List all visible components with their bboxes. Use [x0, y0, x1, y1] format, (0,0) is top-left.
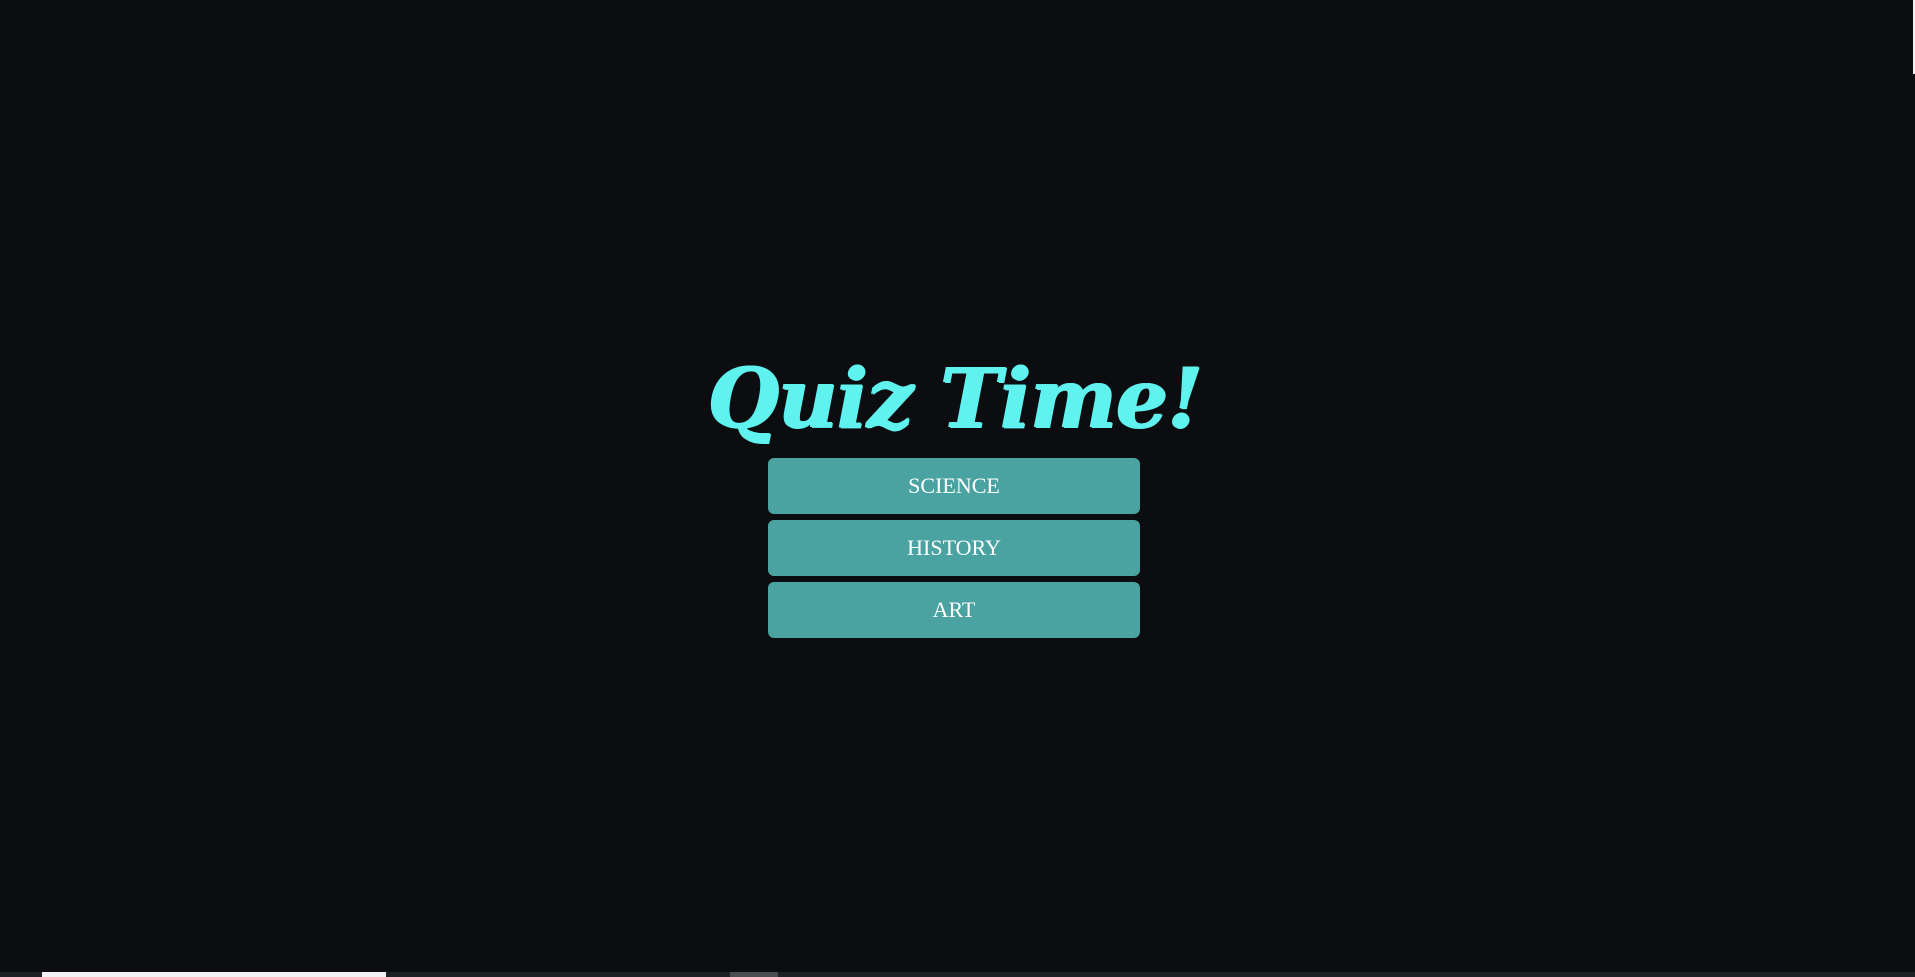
- scroll-position-marker: [730, 972, 778, 977]
- main-menu-panel: Quiz Time! SCIENCE HISTORY ART: [707, 340, 1202, 638]
- quiz-start-screen: Quiz Time! SCIENCE HISTORY ART: [0, 0, 1915, 977]
- category-menu: SCIENCE HISTORY ART: [768, 458, 1140, 638]
- art-category-button[interactable]: ART: [768, 582, 1140, 638]
- history-category-button[interactable]: HISTORY: [768, 520, 1140, 576]
- horizontal-scrollbar-thumb[interactable]: [42, 972, 386, 977]
- science-category-button[interactable]: SCIENCE: [768, 458, 1140, 514]
- page-title: Quiz Time!: [706, 351, 1202, 447]
